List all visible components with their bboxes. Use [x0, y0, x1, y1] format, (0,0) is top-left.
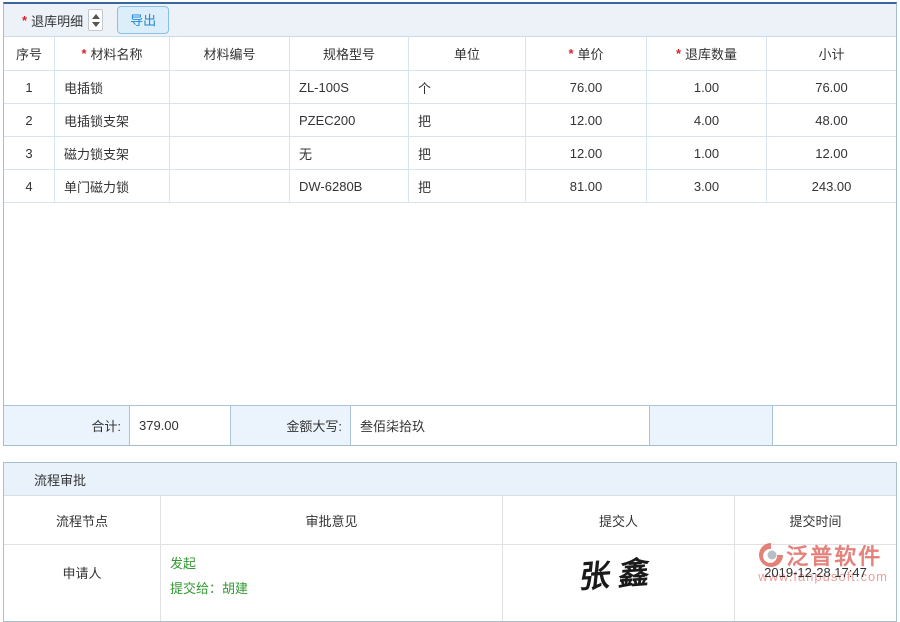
export-button[interactable]: 导出: [117, 6, 169, 34]
col-label: 材料名称: [91, 44, 143, 63]
cell-return-qty: 1.00: [647, 71, 767, 103]
spinner-up-icon[interactable]: [92, 14, 100, 19]
col-label: 小计: [818, 44, 844, 63]
cell-seq: 1: [4, 71, 55, 103]
cell-material-no: [170, 170, 290, 202]
col-header-submit-time: 提交时间: [735, 496, 896, 544]
approval-opinion: 发起 提交给：胡建: [161, 545, 503, 621]
totals-row: 合计: 379.00 金额大写: 叁佰柒拾玖: [4, 405, 896, 445]
col-label: 退库数量: [685, 44, 737, 63]
total-label: 合计:: [4, 406, 130, 445]
total-value-field[interactable]: 379.00: [130, 406, 231, 445]
cell-return-qty: 3.00: [647, 170, 767, 202]
col-label: 单价: [578, 44, 604, 63]
table-row[interactable]: 3 磁力锁支架 无 把 12.00 1.00 12.00: [4, 137, 896, 170]
col-header-unit-price: * 单价: [526, 37, 647, 70]
cell-material-no: [170, 104, 290, 136]
footer-empty-cell: [650, 406, 773, 445]
footer-empty-cell: [773, 406, 896, 445]
cell-subtotal: 76.00: [767, 71, 896, 103]
approval-node: 申请人: [4, 545, 161, 621]
approval-header-bar: 流程审批: [4, 463, 896, 496]
detail-count-spinner[interactable]: [88, 9, 103, 31]
spinner-down-icon[interactable]: [92, 22, 100, 27]
amount-words-field[interactable]: 叁佰柒拾玖: [351, 406, 650, 445]
cell-material-no: [170, 137, 290, 169]
opinion-submitted-to: 提交给：胡建: [170, 576, 502, 601]
cell-unit: 个: [409, 71, 526, 103]
cell-unit: 把: [409, 137, 526, 169]
col-header-submitter: 提交人: [503, 496, 735, 544]
cell-material-name: 电插锁支架: [55, 104, 170, 136]
col-header-opinion: 审批意见: [161, 496, 503, 544]
col-header-spec: 规格型号: [290, 37, 409, 70]
cell-subtotal: 12.00: [767, 137, 896, 169]
amount-words-label: 金额大写:: [231, 406, 351, 445]
opinion-action: 发起: [170, 551, 502, 576]
submitter-cell: 张鑫: [503, 545, 735, 621]
cell-subtotal: 243.00: [767, 170, 896, 202]
approval-table-header: 流程节点 审批意见 提交人 提交时间: [4, 496, 896, 545]
cell-unit: 把: [409, 170, 526, 202]
cell-unit-price: 76.00: [526, 71, 647, 103]
cell-spec: 无: [290, 137, 409, 169]
cell-unit-price: 12.00: [526, 137, 647, 169]
col-header-material-name: * 材料名称: [55, 37, 170, 70]
cell-material-name: 磁力锁支架: [55, 137, 170, 169]
table-empty-area: [4, 203, 896, 405]
cell-material-name: 电插锁: [55, 71, 170, 103]
detail-table-header: 序号 * 材料名称 材料编号 规格型号 单位 * 单价 * 退库数量 小计: [4, 37, 896, 71]
required-mark: *: [22, 13, 27, 28]
cell-subtotal: 48.00: [767, 104, 896, 136]
cell-material-name: 单门磁力锁: [55, 170, 170, 202]
cell-unit-price: 12.00: [526, 104, 647, 136]
cell-return-qty: 4.00: [647, 104, 767, 136]
cell-material-no: [170, 71, 290, 103]
col-label: 规格型号: [323, 44, 375, 63]
detail-title: 退库明细: [31, 11, 83, 30]
cell-seq: 3: [4, 137, 55, 169]
col-header-material-no: 材料编号: [170, 37, 290, 70]
col-header-node: 流程节点: [4, 496, 161, 544]
required-mark: *: [81, 46, 86, 61]
col-label: 单位: [454, 44, 480, 63]
table-row[interactable]: 4 单门磁力锁 DW-6280B 把 81.00 3.00 243.00: [4, 170, 896, 203]
col-header-return-qty: * 退库数量: [647, 37, 767, 70]
col-label: 材料编号: [203, 44, 255, 63]
cell-seq: 4: [4, 170, 55, 202]
cell-unit: 把: [409, 104, 526, 136]
approval-panel: 流程审批 流程节点 审批意见 提交人 提交时间 申请人 发起 提交给：胡建 张鑫…: [3, 462, 897, 622]
required-mark: *: [568, 46, 573, 61]
table-row[interactable]: 2 电插锁支架 PZEC200 把 12.00 4.00 48.00: [4, 104, 896, 137]
col-header-subtotal: 小计: [767, 37, 896, 70]
col-header-seq: 序号: [4, 37, 55, 70]
cell-unit-price: 81.00: [526, 170, 647, 202]
detail-header-bar: * 退库明细 导出: [4, 4, 896, 37]
return-detail-panel: * 退库明细 导出 序号 * 材料名称 材料编号 规格型号 单位 * 单价 * 退库数…: [3, 2, 897, 446]
approval-title: 流程审批: [34, 470, 86, 489]
table-row[interactable]: 1 电插锁 ZL-100S 个 76.00 1.00 76.00: [4, 71, 896, 104]
cell-spec: DW-6280B: [290, 170, 409, 202]
cell-seq: 2: [4, 104, 55, 136]
required-mark: *: [676, 46, 681, 61]
cell-return-qty: 1.00: [647, 137, 767, 169]
col-label: 序号: [16, 44, 42, 63]
cell-spec: ZL-100S: [290, 71, 409, 103]
cell-spec: PZEC200: [290, 104, 409, 136]
submit-time: 2019-12-28 17:47: [764, 565, 867, 580]
col-header-unit: 单位: [409, 37, 526, 70]
submitter-signature: 张鑫: [577, 546, 660, 597]
